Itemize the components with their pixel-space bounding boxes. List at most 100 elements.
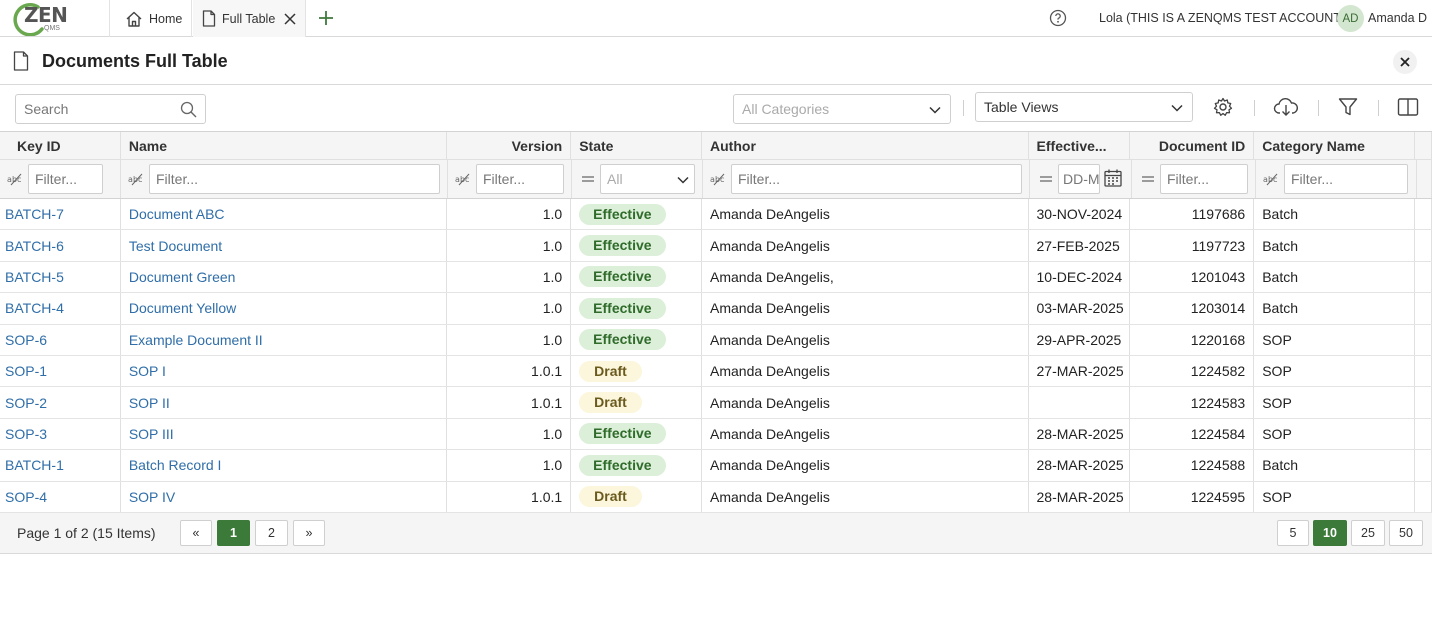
version-filter-input[interactable]	[476, 164, 564, 194]
effective-date-filter-input[interactable]	[1058, 164, 1100, 194]
column-header-category-name[interactable]: Category Name	[1254, 132, 1415, 159]
table-row[interactable]: SOP-2 SOP II 1.0.1 Draft Amanda DeAngelis 122…	[0, 387, 1432, 419]
close-icon	[1400, 57, 1410, 67]
key-id-link[interactable]: SOP-3	[5, 426, 47, 442]
column-header-version[interactable]: Version	[447, 132, 572, 159]
close-page-button[interactable]	[1393, 50, 1417, 74]
equals-filter-mode-icon[interactable]	[1034, 174, 1058, 184]
tab-home[interactable]: Home	[112, 0, 192, 37]
author-cell: Amanda DeAngelis	[702, 481, 1029, 512]
column-header-name[interactable]: Name	[121, 132, 448, 159]
table-row[interactable]: SOP-1 SOP I 1.0.1 Draft Amanda DeAngelis 27-M…	[0, 355, 1432, 388]
key-id-link[interactable]: BATCH-5	[5, 269, 64, 285]
status-badge: Effective	[579, 203, 666, 225]
document-name-link[interactable]: Document Green	[129, 269, 236, 285]
column-chooser-button[interactable]	[1397, 97, 1419, 120]
first-page-button[interactable]: «	[180, 520, 212, 546]
zenqms-logo[interactable]: ZEN QMS	[4, 0, 110, 37]
key-id-link[interactable]: SOP-2	[5, 395, 47, 411]
equals-filter-mode-icon[interactable]	[576, 174, 600, 184]
calendar-icon[interactable]	[1103, 168, 1123, 191]
key-id-link[interactable]: BATCH-7	[5, 206, 64, 222]
search-input[interactable]	[16, 95, 166, 123]
equals-filter-mode-icon[interactable]	[1136, 174, 1160, 184]
author-filter-input[interactable]	[731, 164, 1022, 194]
document-name-link[interactable]: SOP I	[129, 363, 166, 379]
tab-full-table[interactable]: Full Table	[193, 0, 306, 37]
name-cell: Batch Record I	[121, 450, 448, 481]
search-icon[interactable]	[180, 101, 197, 121]
text-filter-mode-icon[interactable]: abc	[707, 172, 731, 186]
key-id-link[interactable]: BATCH-1	[5, 457, 64, 473]
category-filter-input[interactable]	[1284, 164, 1408, 194]
cloud-download-icon	[1273, 98, 1298, 116]
settings-button[interactable]	[1213, 97, 1233, 120]
state-filter-select[interactable]: All	[600, 164, 695, 194]
page-size-10[interactable]: 10	[1313, 520, 1347, 546]
last-page-button[interactable]: »	[293, 520, 325, 546]
text-filter-mode-icon[interactable]: abc	[452, 172, 476, 186]
key-id-link[interactable]: BATCH-6	[5, 238, 64, 254]
state-cell: Draft	[571, 481, 702, 512]
document-name-link[interactable]: Example Document II	[129, 332, 263, 348]
column-header-state[interactable]: State	[571, 132, 703, 159]
document-name-link[interactable]: Document Yellow	[129, 300, 236, 316]
page-size-25[interactable]: 25	[1351, 520, 1385, 546]
row-spacer	[1415, 355, 1432, 387]
author-cell: Amanda DeAngelis	[702, 387, 1029, 418]
table-views-select[interactable]: Table Views	[975, 92, 1193, 122]
document-name-link[interactable]: SOP II	[129, 395, 170, 411]
help-button[interactable]	[1049, 9, 1067, 30]
table-row[interactable]: BATCH-7 Document ABC 1.0 Effective Amanda De…	[0, 199, 1432, 231]
account-name[interactable]: Lola (THIS IS A ZENQMS TEST ACCOUNT)	[1099, 11, 1345, 25]
name-cell: SOP III	[121, 418, 448, 450]
table-body: BATCH-7 Document ABC 1.0 Effective Amanda De…	[0, 199, 1432, 513]
document-id-filter-input[interactable]	[1160, 164, 1248, 194]
close-tab-button[interactable]	[284, 12, 302, 25]
document-name-link[interactable]: Test Document	[129, 238, 222, 254]
effective-date-cell: 28-MAR-2025	[1029, 481, 1131, 512]
page-size-50[interactable]: 50	[1389, 520, 1423, 546]
table-row[interactable]: SOP-4 SOP IV 1.0.1 Draft Amanda DeAngelis 28-…	[0, 481, 1432, 513]
category-select[interactable]: All Categories	[733, 94, 951, 124]
document-name-link[interactable]: Batch Record I	[129, 457, 222, 473]
column-header-effective[interactable]: Effective...	[1029, 132, 1131, 159]
row-spacer	[1415, 418, 1432, 450]
download-button[interactable]	[1273, 97, 1299, 120]
status-badge: Effective	[579, 454, 666, 476]
table-row[interactable]: SOP-6 Example Document II 1.0 Effective Aman…	[0, 324, 1432, 356]
table-row[interactable]: BATCH-6 Test Document 1.0 Effective Amanda D…	[0, 230, 1432, 262]
page-title: Documents Full Table	[42, 51, 228, 71]
document-name-link[interactable]: SOP IV	[129, 489, 175, 505]
key-id-link[interactable]: BATCH-4	[5, 300, 64, 316]
name-filter-input[interactable]	[149, 164, 440, 194]
table-row[interactable]: BATCH-1 Batch Record I 1.0 Effective Amanda …	[0, 450, 1432, 482]
text-filter-mode-icon[interactable]: abc	[4, 172, 28, 186]
table-row[interactable]: BATCH-4 Document Yellow 1.0 Effective Amanda…	[0, 293, 1432, 325]
page-button-1[interactable]: 1	[217, 520, 250, 546]
avatar[interactable]: AD	[1337, 5, 1364, 32]
document-name-link[interactable]: SOP III	[129, 426, 174, 442]
page-button-2[interactable]: 2	[255, 520, 288, 546]
key-id-link[interactable]: SOP-4	[5, 489, 47, 505]
page-size-5[interactable]: 5	[1277, 520, 1309, 546]
key-id-link[interactable]: SOP-1	[5, 363, 47, 379]
document-name-link[interactable]: Document ABC	[129, 206, 225, 222]
tab-home-label: Home	[149, 11, 183, 26]
header-spacer	[1415, 132, 1432, 159]
column-header-document-id[interactable]: Document ID	[1130, 132, 1255, 159]
text-filter-mode-icon[interactable]: abc	[125, 172, 149, 186]
key-id-filter-input[interactable]	[28, 164, 103, 194]
key-id-link[interactable]: SOP-6	[5, 332, 47, 348]
column-header-author[interactable]: Author	[702, 132, 1029, 159]
filter-button[interactable]	[1338, 97, 1358, 120]
document-id-cell: 1224588	[1130, 450, 1255, 481]
text-filter-mode-icon[interactable]: abc	[1260, 172, 1284, 186]
table-row[interactable]: BATCH-5 Document Green 1.0 Effective Amanda …	[0, 261, 1432, 294]
add-tab-button[interactable]	[316, 8, 336, 28]
status-badge: Effective	[579, 235, 666, 257]
table-row[interactable]: SOP-3 SOP III 1.0 Effective Amanda DeAngelis…	[0, 418, 1432, 451]
user-name[interactable]: Amanda D	[1368, 11, 1427, 25]
version-cell: 1.0.1	[447, 387, 572, 418]
column-header-key-id[interactable]: Key ID	[0, 132, 121, 159]
